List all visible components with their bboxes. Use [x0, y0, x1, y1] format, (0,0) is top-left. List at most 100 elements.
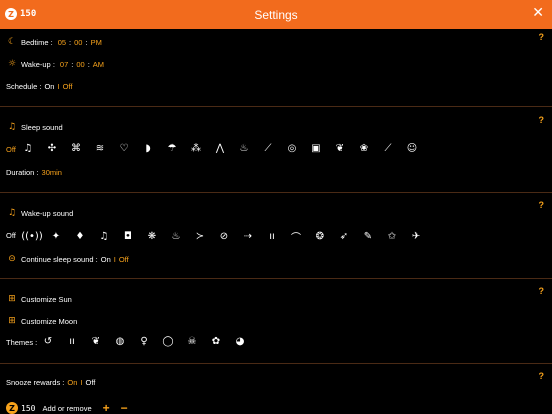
birds-icon[interactable]: ⋀	[208, 143, 232, 154]
bedtime-label: Bedtime :	[21, 37, 53, 47]
sleep-sound-label: Sleep sound	[21, 122, 63, 132]
close-button[interactable]: ✕	[532, 5, 544, 21]
continue-icon: ⊝	[8, 254, 16, 264]
deer-icon[interactable]: ❦	[328, 143, 352, 154]
divider-4	[0, 363, 552, 364]
continue-on[interactable]: On	[101, 255, 111, 264]
fan-icon[interactable]: ✣	[40, 143, 64, 154]
divider-2	[0, 192, 552, 193]
planet-theme-icon[interactable]: ◯	[156, 336, 180, 347]
foot-icon[interactable]: ♦	[68, 231, 92, 242]
skater-icon[interactable]: ✈	[404, 231, 428, 242]
whale-icon[interactable]: ◗	[136, 143, 160, 154]
heart-icon[interactable]: ♡	[112, 143, 136, 154]
help-button-customize[interactable]: ?	[539, 286, 545, 296]
pot-icon[interactable]: ♨	[164, 231, 188, 242]
wakeup-ampm[interactable]: AM	[93, 60, 104, 69]
witch-hat-icon[interactable]: ⌒	[284, 229, 308, 244]
snooze-on[interactable]: On	[67, 378, 77, 387]
wakeup-sound-label: Wake-up sound	[21, 208, 74, 218]
bell-icon[interactable]: ◎	[280, 143, 304, 154]
sleep-sound-row: ♫ Sleep sound	[6, 122, 63, 132]
wakeup-label: Wake-up :	[21, 59, 55, 69]
bedtime-row: ☾ Bedtime : 05 : 00 : PM	[6, 37, 102, 47]
wind-icon[interactable]: ⁂	[184, 143, 208, 154]
lantern-icon[interactable]: ♨	[232, 143, 256, 154]
tree-theme-icon[interactable]: ✿	[204, 336, 228, 347]
clock-icon[interactable]: ⊘	[212, 231, 236, 242]
bug-icon[interactable]: ❋	[140, 231, 164, 242]
colon-4: :	[87, 59, 90, 69]
flute-icon[interactable]: ⟋	[376, 143, 400, 154]
help-button-sleep-sound[interactable]: ?	[539, 115, 545, 125]
help-button-wakeup-sound[interactable]: ?	[539, 200, 545, 210]
help-button-snooze[interactable]: ?	[539, 371, 545, 381]
egg-theme-icon[interactable]: ◍	[108, 336, 132, 347]
schedule-sep: I	[57, 82, 60, 91]
guitar-icon[interactable]: ✎	[356, 231, 380, 242]
add-button[interactable]: +	[103, 401, 110, 414]
schedule-row: Schedule : On I Off	[6, 82, 72, 91]
customize-sun-row[interactable]: ⊞ Customize Sun	[6, 294, 72, 304]
waves-icon[interactable]: ≋	[88, 143, 112, 154]
lotus-icon[interactable]: ❀	[352, 143, 376, 154]
signal-icon[interactable]: ((•))	[20, 231, 44, 242]
coin-icon: Z	[5, 8, 17, 20]
rain-cloud-icon[interactable]: ☂	[160, 143, 184, 154]
remove-button[interactable]: −	[121, 401, 128, 414]
coin-count: 150	[20, 9, 37, 19]
runner-theme-icon[interactable]: ♀	[132, 336, 156, 347]
divider-3	[0, 278, 552, 279]
deer-theme-icon[interactable]: ❦	[84, 336, 108, 347]
skull-theme-icon[interactable]: ☠	[180, 336, 204, 347]
gong-icon[interactable]: ⟋	[256, 143, 280, 154]
wakeup-row: ☼ Wake-up : 07 : 00 : AM	[6, 59, 104, 69]
schedule-on[interactable]: On	[44, 82, 54, 91]
wakeup-sound-icon-list: ((•)) ✦ ♦ ♫ ◘ ❋ ♨ ≻ ⊘ ⇢ ıı ⌒ ❂ ➶ ✎ ✩ ✈	[20, 229, 428, 244]
jester-icon[interactable]: ✩	[380, 231, 404, 242]
reset-icon[interactable]: ↺	[36, 336, 60, 347]
ghost-theme-icon[interactable]: ◕	[228, 336, 252, 347]
duration-value[interactable]: 30min	[42, 168, 62, 177]
wakeup-hour[interactable]: 07	[60, 60, 68, 69]
bedtime-minute[interactable]: 00	[74, 38, 82, 47]
rabbit-icon[interactable]: ❂	[308, 231, 332, 242]
snooze-label: Snooze rewards :	[6, 378, 65, 387]
help-button-schedule[interactable]: ?	[539, 32, 545, 42]
candles-icon[interactable]: ıı	[260, 231, 284, 242]
continue-off[interactable]: Off	[119, 255, 129, 264]
moon-icon: ☾	[7, 37, 17, 47]
themes-row: Themes :	[6, 338, 37, 347]
customize-moon-label[interactable]: Customize Moon	[21, 317, 77, 326]
candles-theme-icon[interactable]: ıı	[60, 336, 84, 347]
duration-label: Duration :	[6, 168, 39, 177]
snooze-sep: I	[80, 378, 83, 387]
schedule-off[interactable]: Off	[63, 82, 73, 91]
sun-icon: ☼	[7, 59, 17, 69]
hairdryer-icon[interactable]: ⌘	[64, 143, 88, 154]
bell-icon: ♫	[7, 208, 17, 218]
customize-sun-label[interactable]: Customize Sun	[21, 295, 72, 304]
rocket-icon[interactable]: ➶	[332, 231, 356, 242]
coins-row: Z 150 Add or remove + −	[6, 401, 128, 414]
wakeup-minute[interactable]: 00	[76, 60, 84, 69]
bedtime-hour[interactable]: 05	[58, 38, 66, 47]
wakeup-sound-off[interactable]: Off	[6, 231, 16, 240]
sleep-sound-off-row: Off	[6, 145, 16, 154]
page-title: Settings	[254, 7, 298, 22]
washing-machine-icon[interactable]: ▣	[304, 143, 328, 154]
wakeup-sound-row: ♫ Wake-up sound	[6, 208, 73, 218]
sleep-sound-off[interactable]: Off	[6, 145, 16, 154]
trumpet-icon[interactable]: ⇢	[236, 231, 260, 242]
colon-3: :	[71, 59, 74, 69]
binoculars-icon[interactable]: ◘	[116, 231, 140, 242]
bedtime-ampm[interactable]: PM	[91, 38, 102, 47]
harp-icon[interactable]: ♫	[16, 143, 40, 154]
music-note-icon[interactable]: ♫	[92, 231, 116, 242]
customize-moon-row[interactable]: ⊞ Customize Moon	[6, 316, 77, 326]
snooze-off[interactable]: Off	[85, 378, 95, 387]
monk-icon[interactable]: ☺	[400, 143, 424, 154]
bird-icon[interactable]: ✦	[44, 231, 68, 242]
snooze-row: Snooze rewards : On I Off	[6, 378, 95, 387]
bird-fly-icon[interactable]: ≻	[188, 231, 212, 242]
